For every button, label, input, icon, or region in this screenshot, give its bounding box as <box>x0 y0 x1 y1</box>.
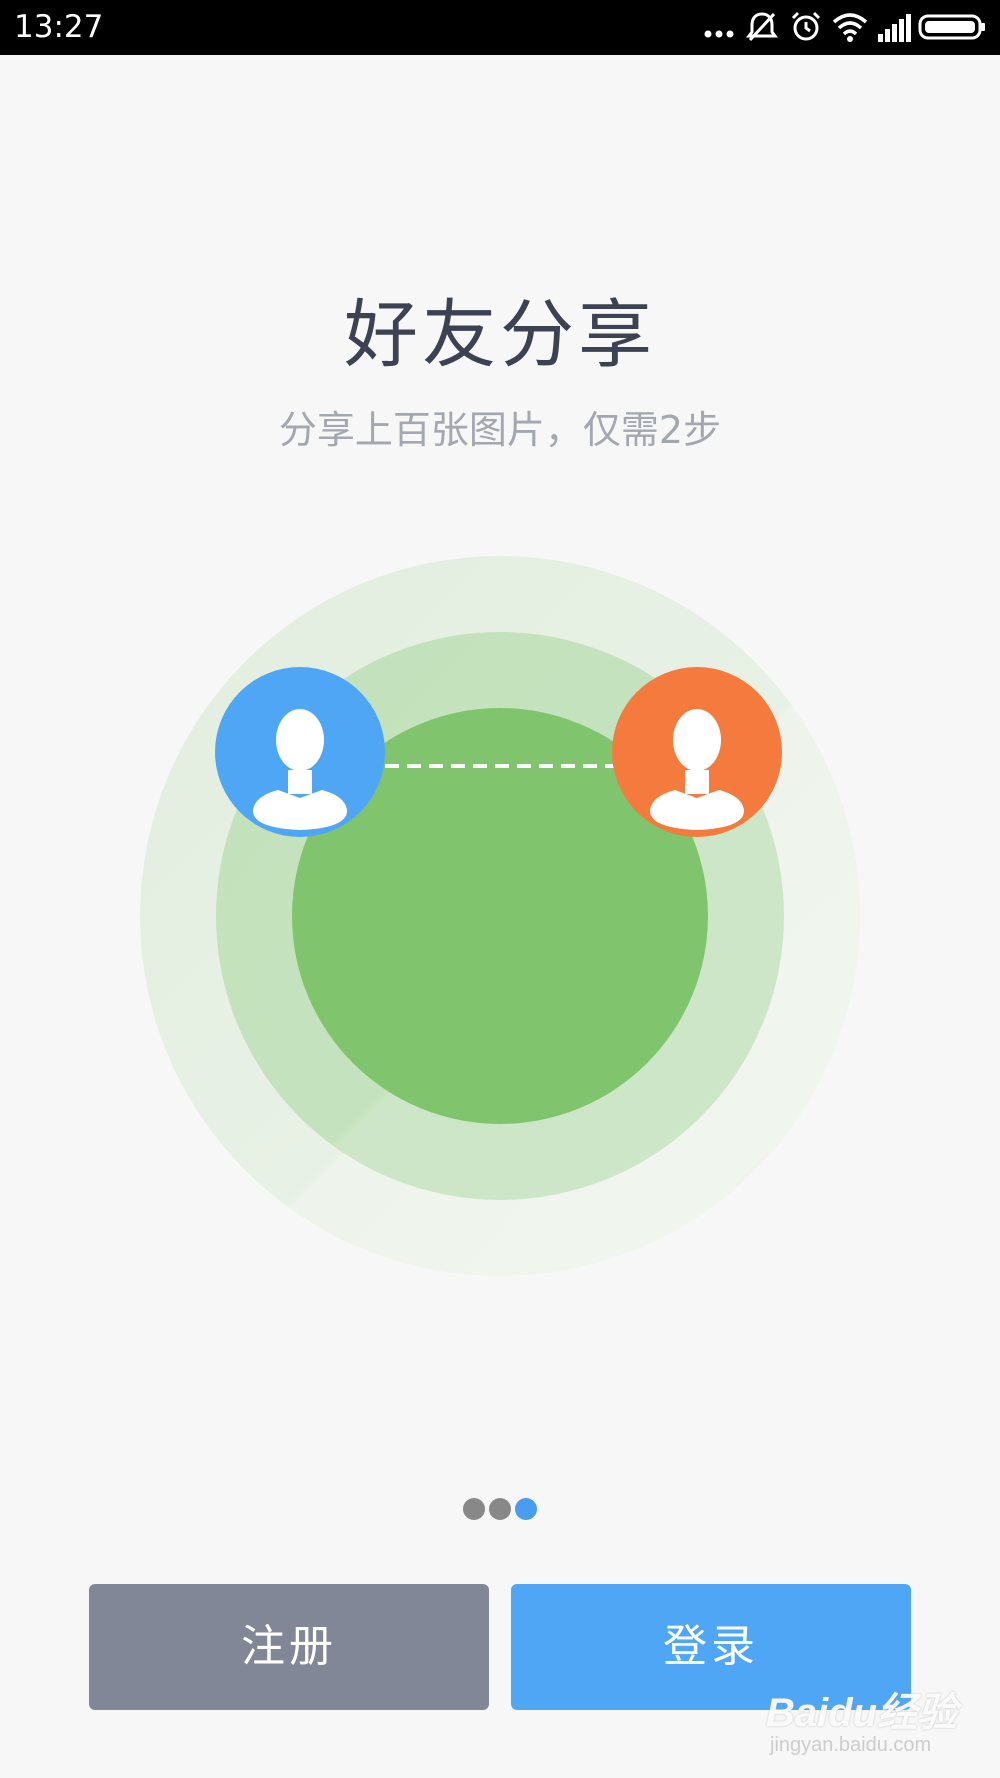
watermark: Baidu经验 jingyan.baidu.com <box>766 1660 966 1760</box>
more-dots-icon <box>704 30 734 38</box>
watermark-url: jingyan.baidu.com <box>770 1734 932 1756</box>
bell-off-icon <box>746 12 778 42</box>
page-subtitle: 分享上百张图片，仅需2步 <box>278 408 722 452</box>
register-button[interactable]: 注册 <box>89 1584 489 1710</box>
page-dot-1[interactable] <box>463 1498 485 1520</box>
page-dot-2[interactable] <box>489 1498 511 1520</box>
page-title: 好友分享 <box>344 292 656 378</box>
left-user-avatar <box>215 667 385 837</box>
signal-icon <box>878 14 911 42</box>
status-icons <box>700 10 988 44</box>
status-bar: 13:27 <box>0 0 1000 55</box>
friend-share-illustration <box>140 556 860 1276</box>
status-time: 13:27 <box>14 9 104 45</box>
alarm-icon <box>791 11 821 41</box>
right-user-avatar <box>612 667 782 837</box>
watermark-logo: Baidu经验 <box>766 1691 958 1735</box>
page-indicator <box>0 1498 1000 1522</box>
page-dot-3-active[interactable] <box>515 1498 537 1520</box>
battery-icon <box>918 14 985 40</box>
wifi-icon <box>832 13 868 42</box>
